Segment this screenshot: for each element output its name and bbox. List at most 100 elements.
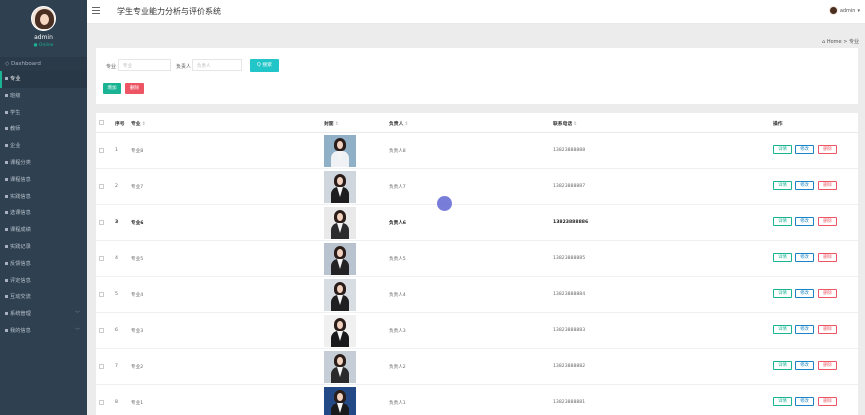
sidebar-item-0[interactable]: 专业 (0, 71, 87, 88)
col-cover[interactable]: 封面⇕ (324, 120, 339, 127)
remove-button[interactable]: 删除 (818, 325, 837, 334)
detail-button[interactable]: 详情 (773, 289, 792, 298)
detail-button[interactable]: 详情 (773, 325, 792, 334)
cover-image[interactable] (324, 387, 356, 415)
sidebar-item-6[interactable]: 课程信息 (0, 172, 87, 189)
row-index: 4 (115, 256, 118, 261)
detail-button[interactable]: 详情 (773, 361, 792, 370)
row-checkbox[interactable] (99, 400, 104, 405)
sidebar-item-14[interactable]: 系统管理 ﹀ (0, 306, 87, 323)
sidebar-item-11[interactable]: 反馈信息 (0, 256, 87, 273)
remove-button[interactable]: 删除 (818, 217, 837, 226)
col-major[interactable]: 专业⇕ (131, 120, 146, 127)
sidebar-item-15[interactable]: 我的信息 ﹀ (0, 323, 87, 340)
detail-button[interactable]: 详情 (773, 253, 792, 262)
col-leader[interactable]: 负责人⇕ (389, 120, 408, 127)
delete-button[interactable]: 删除 (125, 83, 144, 94)
search-button[interactable]: Q 搜索 (250, 59, 279, 72)
detail-button[interactable]: 详情 (773, 217, 792, 226)
table-row[interactable]: 3 专业6 负责人6 13823888886 详情 修改 删除 (96, 205, 858, 241)
search-panel: 专业 专业 负责人 负责人 Q 搜索 增加 删除 (96, 48, 858, 104)
table-row[interactable]: 8 专业1 负责人1 13823888881 详情 修改 删除 (96, 385, 858, 415)
edit-button[interactable]: 修改 (795, 217, 814, 226)
table-row[interactable]: 7 专业2 负责人2 13823888882 详情 修改 删除 (96, 349, 858, 385)
sidebar-item-3[interactable]: 教师 (0, 121, 87, 138)
col-phone[interactable]: 联系电话⇕ (553, 120, 577, 127)
avatar (828, 6, 838, 15)
avatar[interactable] (31, 6, 56, 31)
sidebar-item-8[interactable]: 选课信息 (0, 205, 87, 222)
menu-bullet-icon (5, 211, 8, 215)
table-row[interactable]: 1 专业8 负责人8 13823888888 详情 修改 删除 (96, 133, 858, 169)
sidebar-nav: 专业 班级学生教师 企业 课程分类 课程信息 实践信息选课信息课程成绩 实践记录 反馈信息评定… (0, 71, 87, 340)
sort-icon[interactable]: ⇕ (404, 122, 408, 127)
add-button[interactable]: 增加 (103, 83, 121, 94)
remove-button[interactable]: 删除 (818, 361, 837, 370)
sort-icon[interactable]: ⇕ (335, 122, 339, 127)
edit-button[interactable]: 修改 (795, 325, 814, 334)
row-checkbox[interactable] (99, 364, 104, 369)
cover-image[interactable] (324, 207, 356, 239)
breadcrumb-home[interactable]: Home (827, 39, 842, 45)
table-row[interactable]: 4 专业5 负责人5 13823888885 详情 修改 删除 (96, 241, 858, 277)
row-checkbox[interactable] (99, 292, 104, 297)
row-checkbox[interactable] (99, 148, 104, 153)
sidebar-item-5[interactable]: 课程分类 (0, 155, 87, 172)
sidebar-item-dashboard[interactable]: ◇ Dashboard (0, 57, 87, 71)
sidebar-item-13[interactable]: 互动交流 (0, 289, 87, 306)
row-checkbox[interactable] (99, 184, 104, 189)
cover-image[interactable] (324, 243, 356, 275)
sort-icon[interactable]: ⇕ (573, 122, 577, 127)
sidebar-item-label: 评定信息 (10, 277, 31, 284)
cover-image[interactable] (324, 315, 356, 347)
cover-image[interactable] (324, 279, 356, 311)
major-label: 专业 (106, 64, 117, 70)
remove-button[interactable]: 删除 (818, 145, 837, 154)
row-checkbox[interactable] (99, 256, 104, 261)
cover-image[interactable] (324, 351, 356, 383)
row-checkbox[interactable] (99, 220, 104, 225)
cover-image[interactable] (324, 171, 356, 203)
sidebar-item-label: 学生 (10, 109, 21, 116)
table-row[interactable]: 2 专业7 负责人7 13823888887 详情 修改 删除 (96, 169, 858, 205)
col-ops: 操作 (773, 122, 783, 127)
menu-bullet-icon (5, 261, 8, 265)
sidebar-item-1[interactable]: 班级 (0, 88, 87, 105)
remove-button[interactable]: 删除 (818, 397, 837, 406)
sidebar-item-7[interactable]: 实践信息 (0, 189, 87, 206)
sidebar-item-10[interactable]: 实践记录 (0, 239, 87, 256)
row-checkbox[interactable] (99, 328, 104, 333)
menu-bullet-icon (5, 312, 8, 316)
remove-button[interactable]: 删除 (818, 253, 837, 262)
select-all-checkbox[interactable] (99, 120, 104, 125)
menu-bullet-icon (5, 110, 8, 114)
user-menu[interactable]: admin ▾ (828, 6, 860, 15)
sidebar-item-label: 选课信息 (10, 210, 31, 217)
sidebar-item-2[interactable]: 学生 (0, 105, 87, 122)
edit-button[interactable]: 修改 (795, 289, 814, 298)
major-search-input[interactable]: 专业 (118, 59, 171, 71)
table-row[interactable]: 5 专业4 负责人4 13823888884 详情 修改 删除 (96, 277, 858, 313)
detail-button[interactable]: 详情 (773, 181, 792, 190)
edit-button[interactable]: 修改 (795, 253, 814, 262)
edit-button[interactable]: 修改 (795, 181, 814, 190)
cover-image[interactable] (324, 135, 356, 167)
detail-button[interactable]: 详情 (773, 145, 792, 154)
detail-button[interactable]: 详情 (773, 397, 792, 406)
remove-button[interactable]: 删除 (818, 181, 837, 190)
table-row[interactable]: 6 专业3 负责人3 13823888883 详情 修改 删除 (96, 313, 858, 349)
hamburger-menu-icon[interactable] (92, 7, 100, 15)
user-menu-label: admin (839, 7, 856, 14)
edit-button[interactable]: 修改 (795, 145, 814, 154)
sidebar-item-label: Dashboard (10, 61, 41, 67)
sidebar-item-12[interactable]: 评定信息 (0, 273, 87, 290)
row-phone: 13823888883 (553, 328, 586, 333)
edit-button[interactable]: 修改 (795, 361, 814, 370)
remove-button[interactable]: 删除 (818, 289, 837, 298)
sidebar-item-9[interactable]: 课程成绩 (0, 222, 87, 239)
row-leader: 负责人4 (389, 293, 406, 298)
leader-search-input[interactable]: 负责人 (192, 59, 242, 71)
sort-icon[interactable]: ⇕ (142, 122, 146, 127)
edit-button[interactable]: 修改 (795, 397, 814, 406)
sidebar-item-4[interactable]: 企业 (0, 138, 87, 155)
